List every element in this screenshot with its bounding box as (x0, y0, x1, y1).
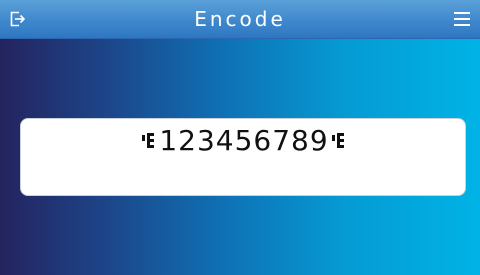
title-bar: Encode (0, 0, 480, 39)
encoded-result-box: 123456789 (20, 118, 466, 196)
hamburger-menu-icon (454, 12, 470, 26)
start-control-marker-icon (142, 132, 156, 150)
encoded-result-line: 123456789 (21, 119, 467, 163)
page-title: Encode (194, 7, 286, 31)
end-control-marker-icon (331, 132, 346, 150)
encoded-value: 123456789 (159, 124, 329, 157)
menu-button[interactable] (446, 4, 478, 34)
encode-screen: Encode 123456789 (0, 0, 480, 275)
